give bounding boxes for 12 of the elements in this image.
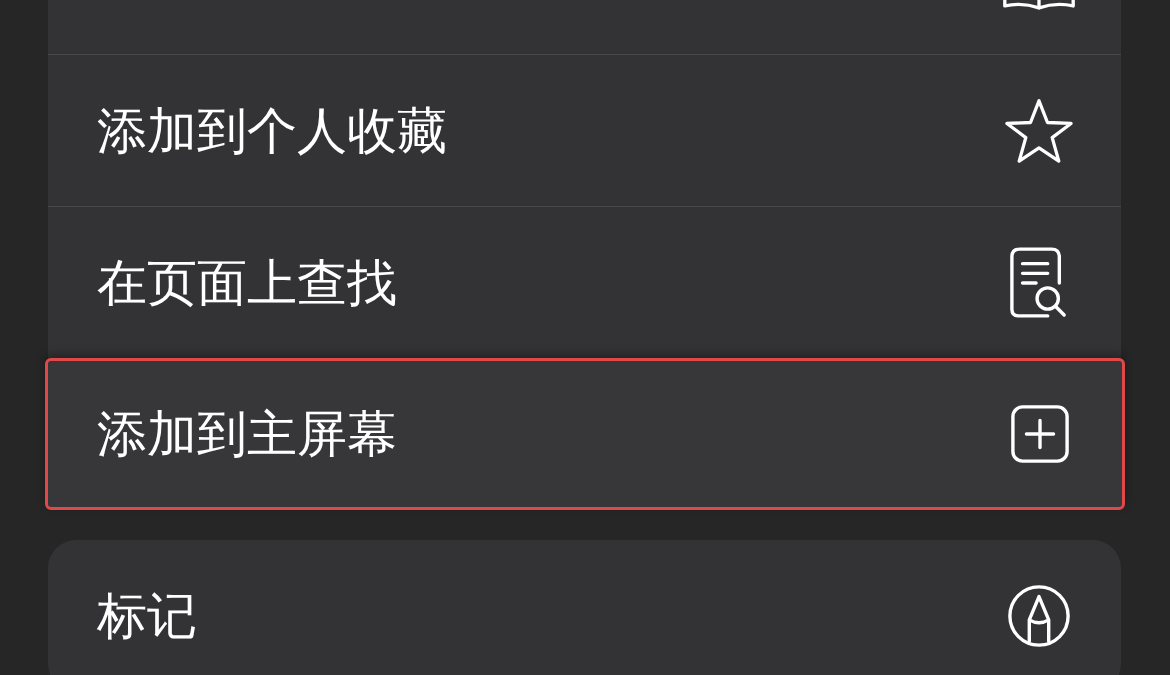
markup-icon [1006,583,1072,649]
add-square-icon [1010,404,1070,464]
book-icon [1001,0,1077,12]
menu-item[interactable]: 添加到主屏幕 [45,358,1125,510]
menu-item-label: 添加到个人收藏 [97,105,447,156]
menu-item-label: 标记 [97,591,197,641]
star-icon [1004,97,1074,164]
menu-item[interactable]: 标记 [48,540,1121,675]
menu-item-label: 添加到主屏幕 [97,409,397,459]
menu-item-label: 在页面上查找 [97,257,397,308]
search-document-icon [1009,245,1069,320]
menu-item[interactable]: 添加到个人收藏 [48,54,1121,206]
